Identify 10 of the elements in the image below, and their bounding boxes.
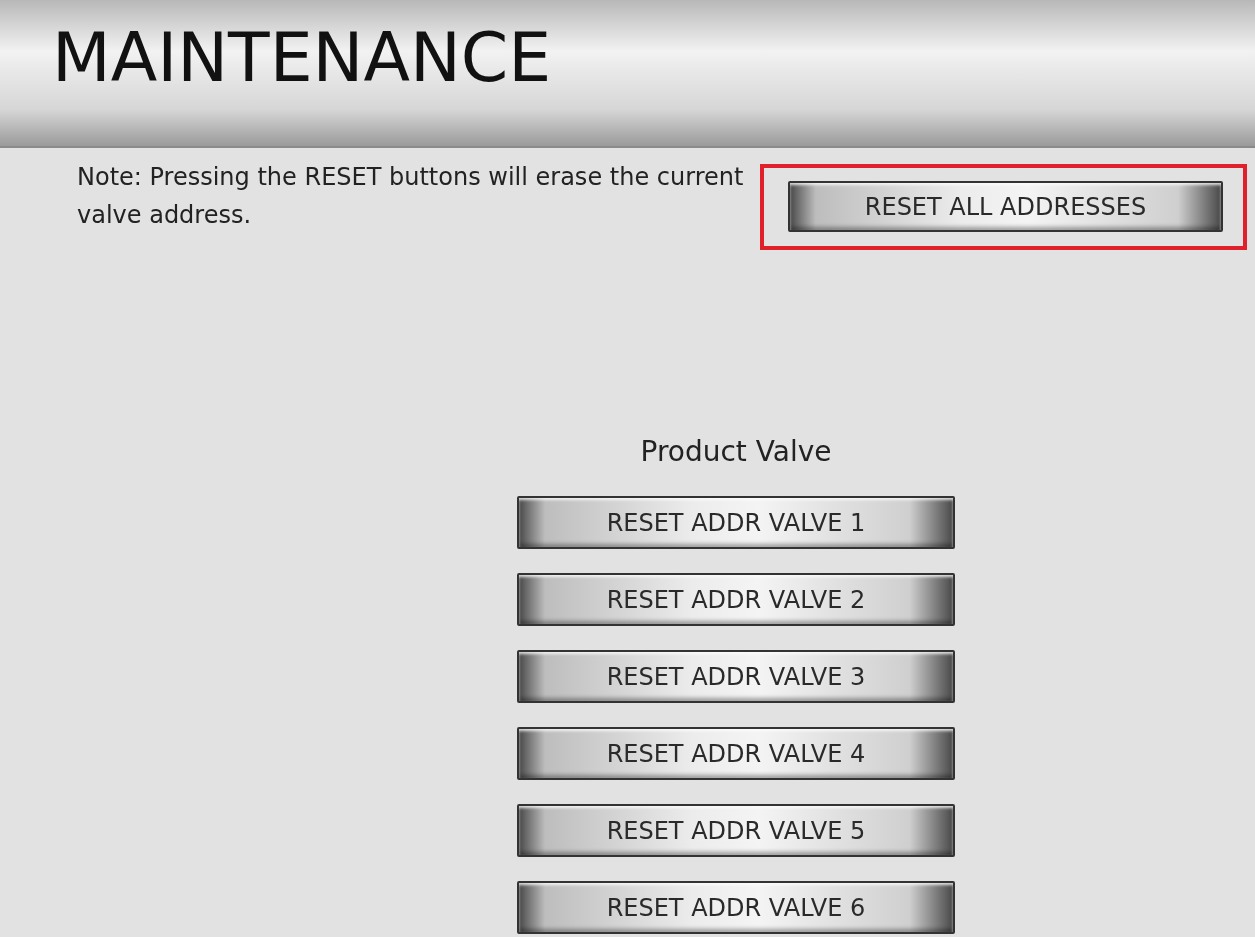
- page-title: MAINTENANCE: [52, 18, 552, 98]
- section-title: Product Valve: [640, 435, 832, 468]
- reset-valve-button[interactable]: RESET ADDR VALVE 4: [517, 727, 955, 780]
- reset-valve-button[interactable]: RESET ADDR VALVE 1: [517, 496, 955, 549]
- reset-valve-button[interactable]: RESET ADDR VALVE 2: [517, 573, 955, 626]
- reset-valve-button[interactable]: RESET ADDR VALVE 6: [517, 881, 955, 934]
- note-text: Note: Pressing the RESET buttons will erase the current valve address.: [77, 162, 745, 231]
- reset-valve-button[interactable]: RESET ADDR VALVE 5: [517, 804, 955, 857]
- reset-all-button[interactable]: RESET ALL ADDRESSES: [788, 181, 1223, 232]
- reset-valve-button[interactable]: RESET ADDR VALVE 3: [517, 650, 955, 703]
